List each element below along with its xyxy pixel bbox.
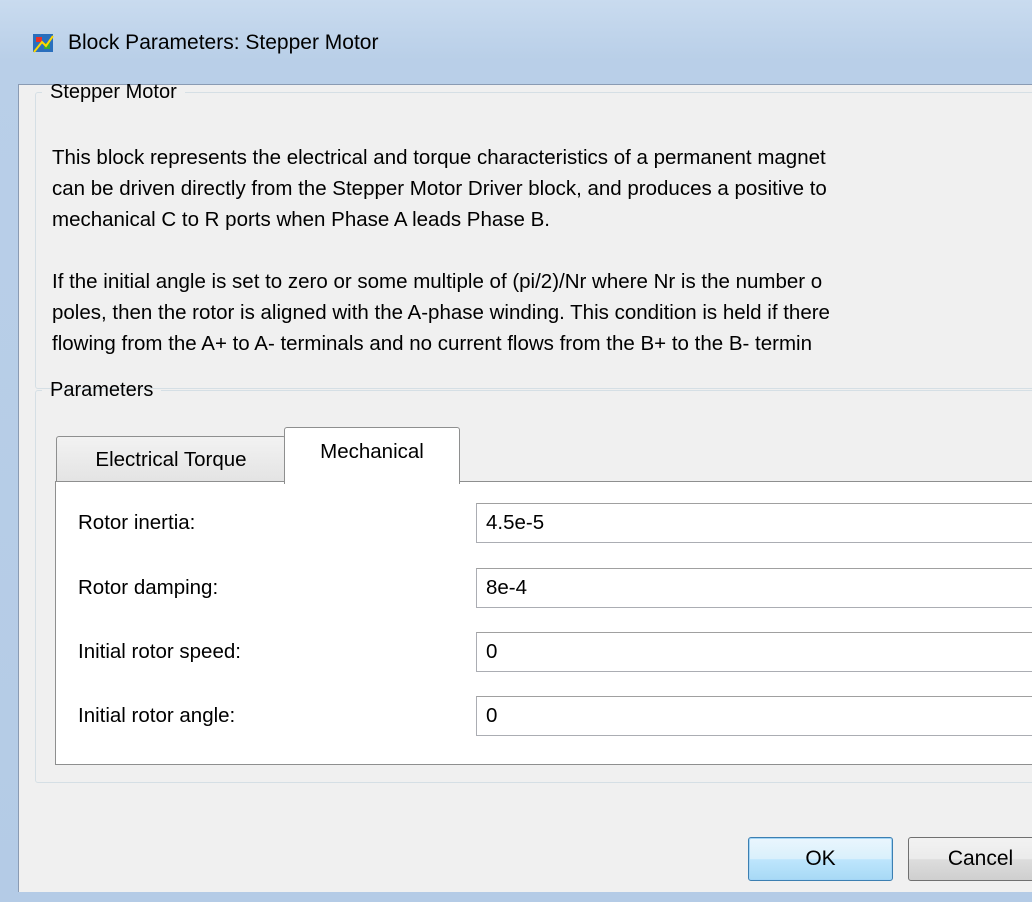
rotor-damping-label: Rotor damping: <box>78 576 219 599</box>
window-bottom-border <box>0 892 1032 902</box>
tab-label: Electrical Torque <box>95 448 247 471</box>
title-bar[interactable]: Block Parameters: Stepper Motor <box>0 0 1032 84</box>
description-group: Stepper Motor This block represents the … <box>35 81 1032 389</box>
initial-rotor-speed-label: Initial rotor speed: <box>78 640 241 663</box>
mechanical-tab-panel: Rotor inertia: Rotor damping: Initial ro… <box>55 481 1032 765</box>
initial-rotor-angle-label: Initial rotor angle: <box>78 704 236 727</box>
initial-rotor-speed-field[interactable] <box>476 632 1032 672</box>
description-line: can be driven directly from the Stepper … <box>52 177 827 200</box>
window-title: Block Parameters: Stepper Motor <box>68 31 379 54</box>
description-line: poles, then the rotor is aligned with th… <box>52 301 830 324</box>
rotor-inertia-field[interactable] <box>476 503 1032 543</box>
simulink-block-icon <box>33 34 54 53</box>
parameters-group-title: Parameters <box>50 379 154 401</box>
cancel-button[interactable]: Cancel <box>908 837 1032 881</box>
tab-electrical-torque[interactable]: Electrical Torque <box>56 436 286 483</box>
block-description: This block represents the electrical and… <box>52 142 1032 359</box>
initial-rotor-angle-field[interactable] <box>476 696 1032 736</box>
description-line: mechanical C to R ports when Phase A lea… <box>52 208 550 231</box>
tab-mechanical[interactable]: Mechanical <box>284 427 460 484</box>
description-line: If the initial angle is set to zero or s… <box>52 270 823 293</box>
description-line: flowing from the A+ to A- terminals and … <box>52 332 812 355</box>
description-group-title: Stepper Motor <box>50 81 177 103</box>
tab-label: Mechanical <box>320 440 424 463</box>
rotor-damping-field[interactable] <box>476 568 1032 608</box>
ok-button[interactable]: OK <box>748 837 893 881</box>
rotor-inertia-label: Rotor inertia: <box>78 511 196 534</box>
dialog-client-area: Stepper Motor This block represents the … <box>18 81 1032 893</box>
description-line: This block represents the electrical and… <box>52 146 826 169</box>
block-parameters-dialog: Block Parameters: Stepper Motor Stepper … <box>0 0 1032 902</box>
